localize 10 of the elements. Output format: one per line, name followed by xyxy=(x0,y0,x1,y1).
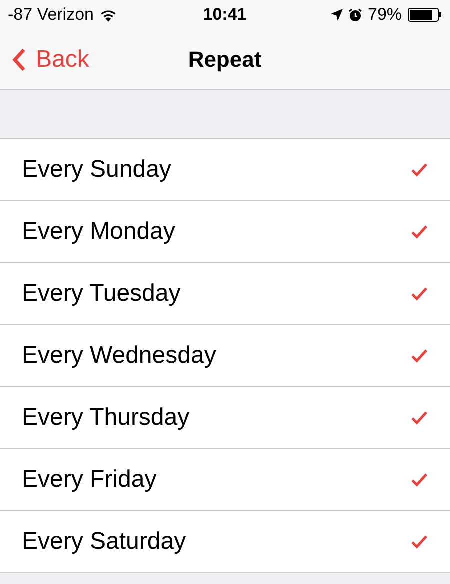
battery-percentage: 79% xyxy=(368,5,402,25)
wifi-icon xyxy=(100,8,117,22)
alarm-clock-icon xyxy=(348,8,362,22)
chevron-left-icon xyxy=(12,48,26,72)
location-arrow-icon xyxy=(330,9,343,21)
screen-title: Repeat xyxy=(188,46,262,72)
back-button[interactable]: Back xyxy=(0,38,90,82)
battery-icon xyxy=(408,8,442,22)
clock-time: 10:41 xyxy=(203,5,247,25)
carrier-signal: -87 Verizon xyxy=(8,5,94,25)
